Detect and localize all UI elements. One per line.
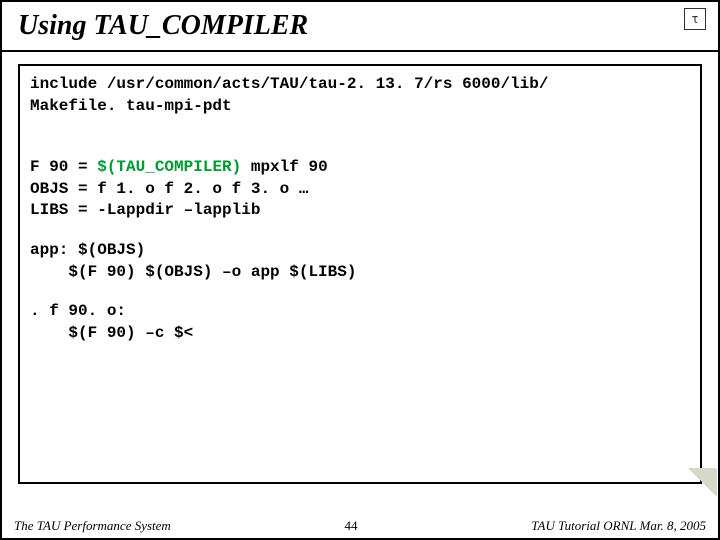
code-block: include /usr/common/acts/TAU/tau-2. 13. …	[18, 64, 702, 484]
code-f90-lhs: F 90 =	[30, 158, 97, 176]
code-objs: OBJS = f 1. o f 2. o f 3. o …	[30, 179, 690, 201]
footer-right: TAU Tutorial ORNL Mar. 8, 2005	[531, 518, 706, 534]
title-bar: Using TAU_COMPILER τ	[2, 2, 718, 52]
code-f90: F 90 = $(TAU_COMPILER) mpxlf 90	[30, 157, 690, 179]
code-app-cmd: $(F 90) $(OBJS) –o app $(LIBS)	[30, 262, 690, 284]
footer-left: The TAU Performance System	[14, 518, 171, 534]
slide-frame: Using TAU_COMPILER τ include /usr/common…	[0, 0, 720, 540]
slide-title: Using TAU_COMPILER	[18, 10, 308, 41]
code-include-1: include /usr/common/acts/TAU/tau-2. 13. …	[30, 74, 690, 96]
code-rule-target: . f 90. o:	[30, 301, 690, 323]
slide-number: 44	[345, 518, 358, 534]
code-rule-cmd: $(F 90) –c $<	[30, 323, 690, 345]
page-curl-icon	[688, 468, 716, 496]
footer: The TAU Performance System 44 TAU Tutori…	[2, 518, 718, 534]
code-include-2: Makefile. tau-mpi-pdt	[30, 96, 690, 118]
tau-logo-icon: τ	[684, 8, 706, 30]
code-libs: LIBS = -Lappdir –lapplib	[30, 200, 690, 222]
code-f90-compiler: $(TAU_COMPILER)	[97, 158, 241, 176]
code-f90-rhs: mpxlf 90	[241, 158, 327, 176]
code-app-target: app: $(OBJS)	[30, 240, 690, 262]
